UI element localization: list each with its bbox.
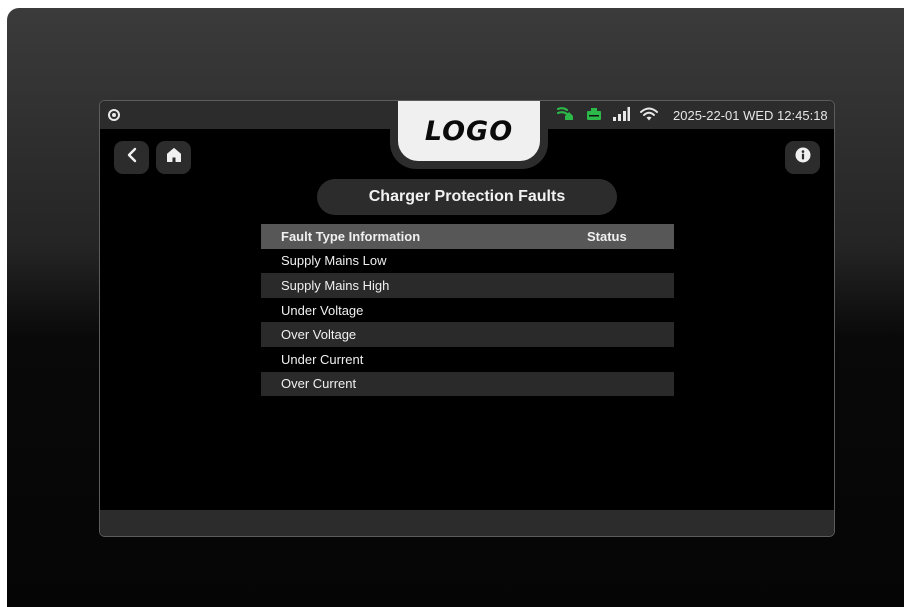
fault-type-cell: Over Current [281, 376, 357, 392]
display-screen: 2025-22-01 WED 12:45:18 LOGO Charger Pro… [99, 100, 835, 537]
back-button[interactable] [114, 141, 149, 174]
table-row: Supply Mains Low [261, 249, 674, 274]
wifi-icon [640, 107, 658, 126]
table-row: Over Current [261, 371, 674, 397]
home-icon [166, 147, 182, 168]
page-title: Charger Protection Faults [317, 179, 617, 215]
fault-type-cell: Supply Mains Low [281, 253, 387, 269]
table-row: Under Current [261, 347, 674, 372]
info-icon [795, 147, 811, 168]
fault-type-cell: Under Voltage [281, 302, 364, 318]
footer-bar [100, 510, 834, 536]
settings-icon[interactable] [108, 109, 120, 121]
status-icons [556, 106, 658, 127]
logo: LOGO [398, 101, 540, 161]
signal-bars-icon [612, 106, 630, 126]
column-header-status: Status [587, 228, 627, 244]
charging-icon [556, 106, 576, 127]
table-row: Under Voltage [261, 298, 674, 323]
info-button[interactable] [785, 141, 820, 174]
fault-type-cell: Supply Mains High [281, 277, 390, 293]
home-button[interactable] [156, 141, 191, 174]
table-header: Fault Type Information Status [261, 224, 674, 249]
column-header-fault-type: Fault Type Information [281, 228, 421, 244]
back-arrow-icon [125, 147, 139, 168]
device-bezel: 2025-22-01 WED 12:45:18 LOGO Charger Pro… [7, 8, 904, 607]
table-row: Supply Mains High [261, 273, 674, 298]
fault-type-cell: Under Current [281, 351, 364, 367]
logo-text: LOGO [424, 115, 514, 147]
logo-tab: LOGO [390, 101, 548, 169]
battery-icon [586, 107, 602, 126]
table-row: Over Voltage [261, 322, 674, 347]
fault-type-cell: Over Voltage [281, 327, 357, 343]
fault-table: Fault Type Information Status Supply Mai… [261, 224, 674, 397]
datetime-label: 2025-22-01 WED 12:45:18 [673, 108, 828, 123]
